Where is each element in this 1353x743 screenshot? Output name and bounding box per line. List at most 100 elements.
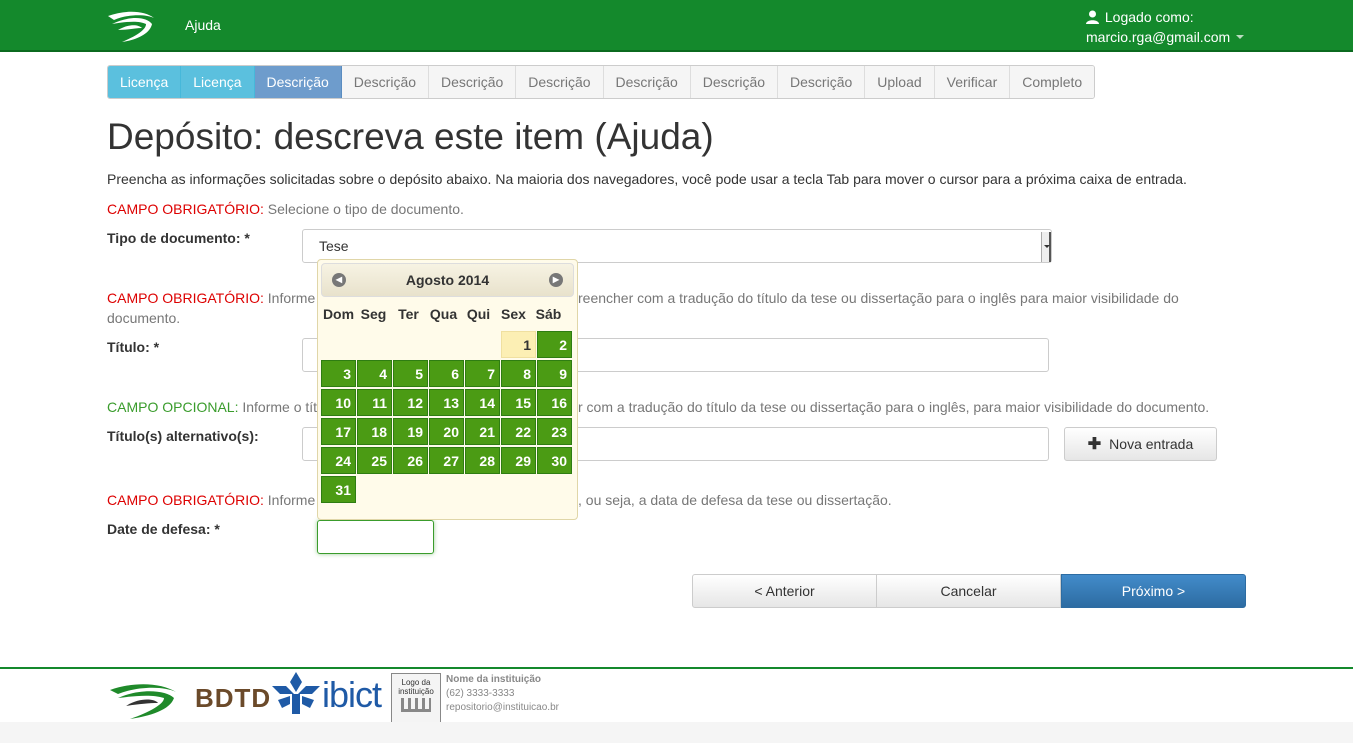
step-tab[interactable]: Licença: [181, 66, 255, 98]
optional-tag: CAMPO OPCIONAL:: [107, 399, 239, 415]
calendar-day[interactable]: 1: [501, 331, 536, 358]
footer-bottom-bar: [0, 722, 1353, 743]
titulo-hint-line2: documento.: [107, 310, 181, 326]
defesa-label: Date de defesa: *: [107, 521, 220, 537]
calendar-day[interactable]: 16: [537, 389, 572, 416]
cancel-button[interactable]: Cancelar: [877, 574, 1061, 608]
hint-text: Informe o tít: [238, 399, 318, 415]
institution-name: Nome da instituição: [446, 674, 542, 685]
weekday-label: Qui: [466, 306, 491, 322]
calendar-day[interactable]: 7: [465, 360, 500, 387]
page-title: Depósito: descreva este item (Ajuda): [107, 116, 714, 157]
calendar-day[interactable]: 13: [429, 389, 464, 416]
calendar-day[interactable]: 26: [393, 447, 428, 474]
calendar-week-row: 17 18 19 20 21 22 23: [321, 417, 573, 446]
titulo-alt-hint-end: r com a tradução do título da tese ou di…: [578, 399, 1210, 415]
institution-phone: (62) 3333-3333: [446, 688, 515, 699]
calendar-day[interactable]: 10: [321, 389, 356, 416]
help-link[interactable]: Ajuda: [185, 17, 221, 33]
calendar-day[interactable]: 21: [465, 418, 500, 445]
calendar-day[interactable]: 2: [537, 331, 572, 358]
calendar-day[interactable]: 19: [393, 418, 428, 445]
calendar-day[interactable]: 6: [429, 360, 464, 387]
calendar-empty-cell: [429, 331, 464, 358]
site-footer-logo-icon[interactable]: [108, 676, 182, 720]
month-label: Agosto 2014: [405, 272, 490, 288]
titulo-hint-end: reencher com a tradução do título da tes…: [578, 290, 1179, 306]
calendar-week-row: 31: [321, 475, 573, 504]
previous-button[interactable]: < Anterior: [692, 574, 877, 608]
document-type-select[interactable]: Tese: [302, 229, 1052, 263]
next-month-icon[interactable]: ▶: [549, 273, 563, 287]
datepicker: ◀ Agosto 2014 ▶ Dom Seg Ter Qua Qui Sex Sáb 12…: [317, 259, 578, 520]
calendar-day[interactable]: 4: [357, 360, 392, 387]
calendar-day[interactable]: 8: [501, 360, 536, 387]
titulo-alt-label: Título(s) alternativo(s):: [107, 428, 259, 444]
prev-month-icon[interactable]: ◀: [332, 273, 346, 287]
calendar-day[interactable]: 30: [537, 447, 572, 474]
chevron-down-icon[interactable]: [1236, 35, 1245, 39]
step-tab[interactable]: Descrição: [516, 66, 604, 98]
logged-as-label: Logado como:: [1104, 9, 1194, 25]
weekday-header: Dom Seg Ter Qua Qui Sex Sáb: [321, 306, 573, 330]
user-email[interactable]: marcio.rga@gmail.com: [1086, 29, 1230, 45]
calendar-day[interactable]: 27: [429, 447, 464, 474]
user-menu[interactable]: Logado como: marcio.rga@gmail.com: [1086, 7, 1245, 47]
calendar-empty-cell: [321, 331, 356, 358]
calendar-day[interactable]: 23: [537, 418, 572, 445]
step-tab[interactable]: Descrição: [429, 66, 517, 98]
datepicker-header: ◀ Agosto 2014 ▶: [321, 263, 574, 297]
weekday-label: Ter: [398, 306, 419, 322]
step-tab[interactable]: Completo: [1010, 66, 1095, 98]
add-entry-button[interactable]: ✚ Nova entrada: [1064, 427, 1217, 461]
defesa-hint-end: , ou seja, a data de defesa da tese ou d…: [578, 492, 892, 508]
institution-logo: Logo da instituição: [391, 673, 441, 723]
calendar-day[interactable]: 12: [393, 389, 428, 416]
footer-divider: [0, 667, 1353, 669]
calendar-day[interactable]: 11: [357, 389, 392, 416]
calendar-week-row: 3456789: [321, 359, 573, 388]
step-tab[interactable]: Descrição: [254, 66, 342, 98]
calendar-day[interactable]: 15: [501, 389, 536, 416]
calendar-day[interactable]: 22: [501, 418, 536, 445]
step-tab[interactable]: Licença: [108, 66, 182, 98]
building-icon: [401, 698, 431, 712]
weekday-label: Dom: [322, 306, 355, 322]
step-tab[interactable]: Descrição: [341, 66, 430, 98]
institution-email[interactable]: repositorio@instituicao.br: [446, 701, 559, 715]
add-entry-label: Nova entrada: [1109, 436, 1194, 452]
step-tab[interactable]: Upload: [865, 66, 935, 98]
required-tag: CAMPO OBRIGATÓRIO:: [107, 492, 264, 508]
dropdown-arrow-icon[interactable]: [1041, 232, 1051, 262]
calendar-day[interactable]: 18: [357, 418, 392, 445]
calendar-empty-cell: [357, 331, 392, 358]
calendar-empty-cell: [393, 331, 428, 358]
calendar-day[interactable]: 5: [393, 360, 428, 387]
hint-text: Informe: [263, 492, 316, 508]
ibict-logo-icon: [272, 672, 320, 714]
intro-text: Preencha as informações solicitadas sobr…: [107, 171, 1187, 187]
calendar-grid: Dom Seg Ter Qua Qui Sex Sáb 1 2 3 4 5 6 7 8 9 10 11 12 13 1…: [321, 306, 573, 504]
calendar-day[interactable]: 9: [537, 360, 572, 387]
ibict-logo: ibict: [322, 674, 382, 715]
tipo-label: Tipo de documento: *: [107, 230, 250, 246]
next-button[interactable]: Próximo >: [1061, 574, 1246, 608]
calendar-day[interactable]: 28: [465, 447, 500, 474]
calendar-day[interactable]: 3: [321, 360, 356, 387]
calendar-day[interactable]: 14: [465, 389, 500, 416]
weekday-label: Seg: [360, 306, 387, 322]
calendar-day[interactable]: 20: [429, 418, 464, 445]
step-tab[interactable]: Descrição: [690, 66, 779, 98]
defense-date-input[interactable]: [317, 520, 434, 554]
calendar-day[interactable]: 31: [321, 476, 356, 503]
tipo-hint: CAMPO OBRIGATÓRIO: Selecione o tipo de d…: [107, 199, 1227, 219]
calendar-day[interactable]: 25: [357, 447, 392, 474]
site-logo-icon[interactable]: [106, 6, 158, 44]
calendar-day[interactable]: 24: [321, 447, 356, 474]
calendar-day[interactable]: 17: [321, 418, 356, 445]
step-tab[interactable]: Verificar: [934, 66, 1011, 98]
calendar-day[interactable]: 29: [501, 447, 536, 474]
required-tag: CAMPO OBRIGATÓRIO:: [107, 201, 264, 217]
step-tab[interactable]: Descrição: [603, 66, 691, 98]
step-tab[interactable]: Descrição: [778, 66, 866, 98]
